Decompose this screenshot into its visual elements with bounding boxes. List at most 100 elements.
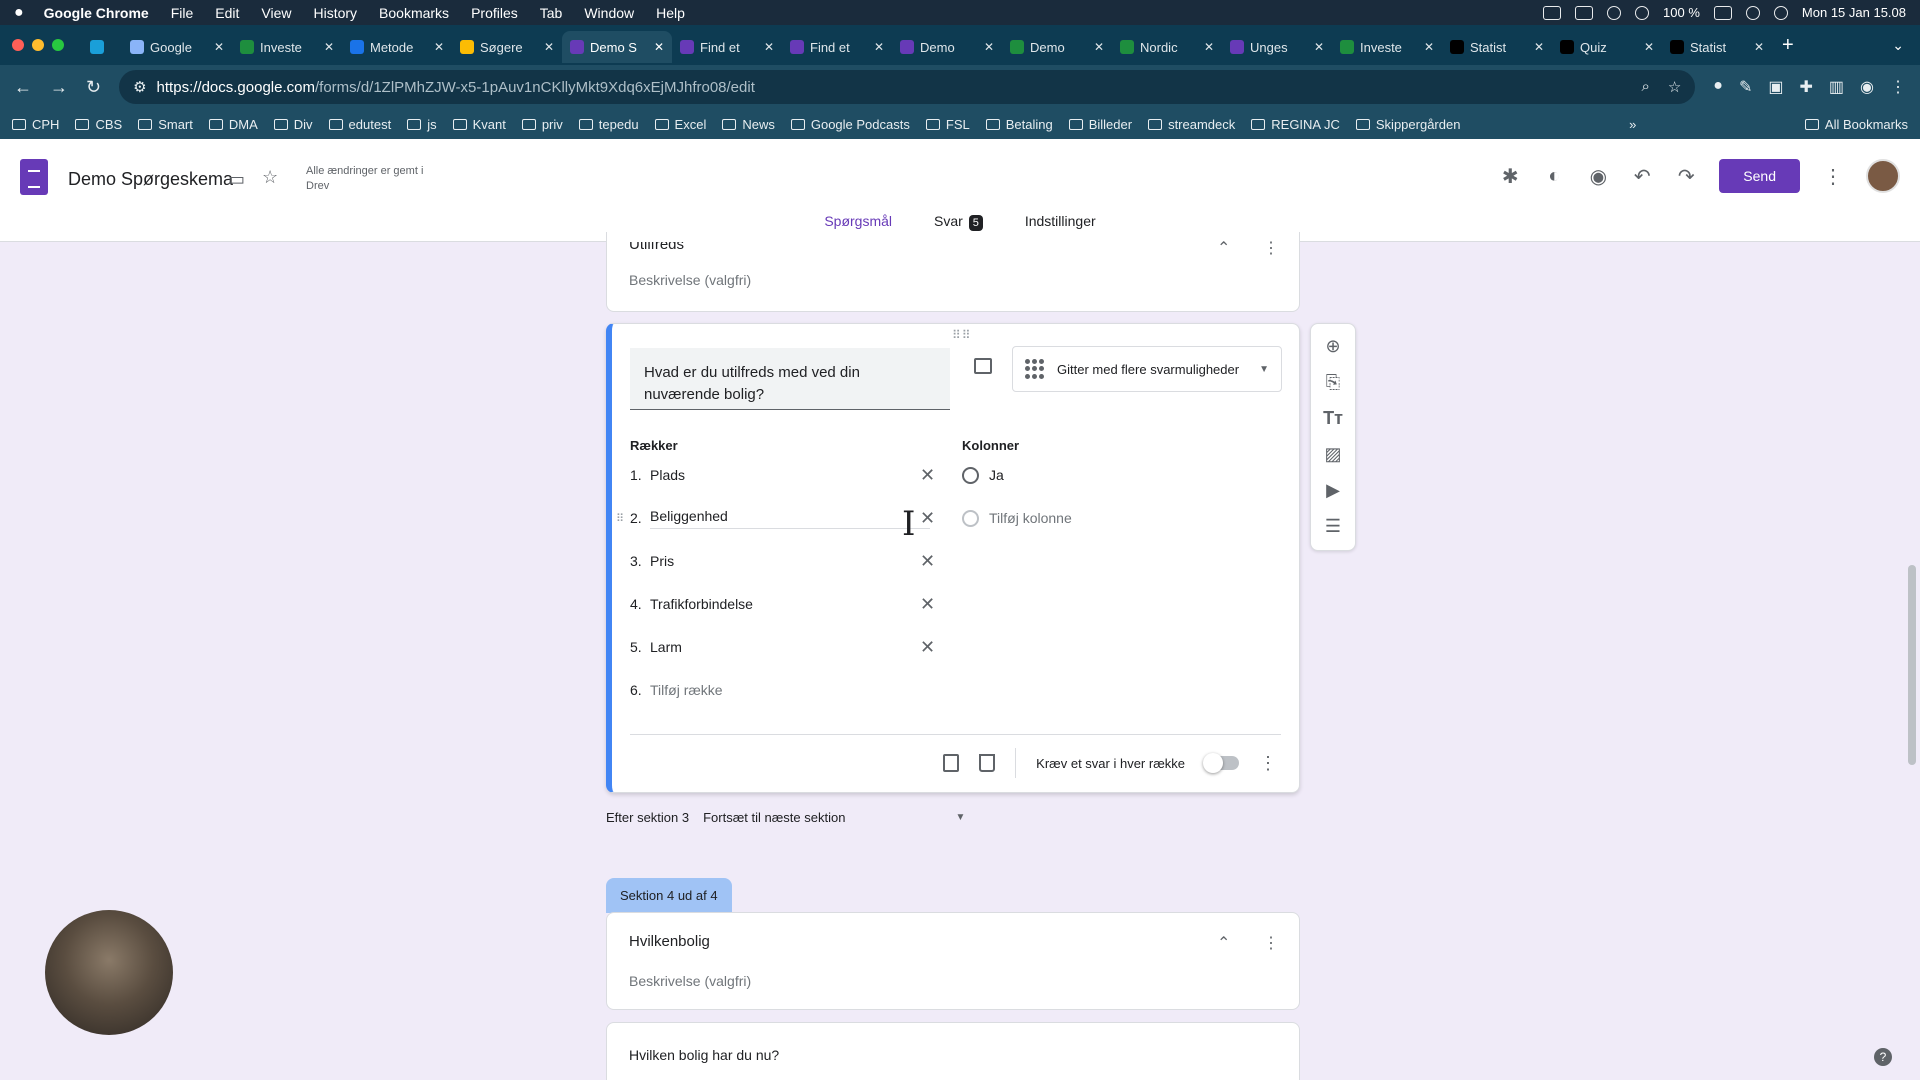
- remove-row-icon[interactable]: ✕: [920, 551, 935, 572]
- close-tab-icon[interactable]: ✕: [434, 40, 444, 54]
- volume-icon[interactable]: [1635, 5, 1650, 20]
- send-button[interactable]: Send: [1719, 159, 1800, 193]
- browser-tab[interactable]: Statist ✕: [1662, 31, 1772, 63]
- grid-column[interactable]: Ja: [962, 460, 1004, 490]
- scrollbar[interactable]: [1908, 565, 1916, 765]
- help-icon[interactable]: ?: [1874, 1048, 1892, 1066]
- import-questions-icon[interactable]: ⎘: [1322, 372, 1344, 392]
- extension-icon[interactable]: ▣: [1768, 77, 1783, 97]
- browser-tab[interactable]: Quiz ✕: [1552, 31, 1662, 63]
- preview-eye-icon[interactable]: ◉: [1587, 164, 1609, 189]
- all-bookmarks[interactable]: All Bookmarks: [1804, 117, 1908, 132]
- side-panel-icon[interactable]: ▥: [1829, 77, 1844, 97]
- bookmark-item[interactable]: Smart: [138, 117, 193, 132]
- browser-tab[interactable]: Statist ✕: [1442, 31, 1552, 63]
- remove-row-icon[interactable]: ✕: [920, 465, 935, 486]
- bookmark-item[interactable]: Div: [273, 117, 313, 132]
- grid-row[interactable]: 5. Larm ✕: [630, 632, 935, 662]
- section-title[interactable]: Utilfreds: [629, 242, 684, 253]
- delete-icon[interactable]: [979, 754, 996, 772]
- customize-theme-icon[interactable]: ◐: [1543, 165, 1565, 188]
- grid-row[interactable]: 3. Pris ✕: [630, 546, 935, 576]
- browser-tab[interactable]: Find et ✕: [782, 31, 892, 63]
- collapse-icon[interactable]: ⌃: [1217, 933, 1230, 953]
- extension-icon[interactable]: ●: [1713, 77, 1723, 97]
- browser-tab[interactable]: Unges ✕: [1222, 31, 1332, 63]
- section-title[interactable]: Hvilkenbolig: [629, 933, 710, 950]
- control-center-icon[interactable]: [1773, 5, 1788, 20]
- browser-tab[interactable]: Investe ✕: [232, 31, 342, 63]
- close-tab-icon[interactable]: ✕: [1094, 40, 1104, 54]
- row-label-input[interactable]: Beliggenhed: [650, 508, 930, 529]
- menu-edit[interactable]: Edit: [215, 5, 239, 21]
- menu-history[interactable]: History: [313, 5, 357, 21]
- menu-view[interactable]: View: [261, 5, 291, 21]
- bookmark-item[interactable]: Skippergården: [1355, 117, 1460, 132]
- browser-tab[interactable]: Metode ✕: [342, 31, 452, 63]
- grid-row[interactable]: ⠿ 2. Beliggenhed ✕: [616, 503, 935, 533]
- add-video-icon[interactable]: ▶: [1322, 480, 1344, 500]
- bookmark-item[interactable]: REGINA JC: [1251, 117, 1340, 132]
- forward-icon[interactable]: →: [50, 77, 68, 98]
- bookmark-item[interactable]: streamdeck: [1148, 117, 1235, 132]
- site-info-icon[interactable]: ⚙: [133, 78, 146, 96]
- row-label-input[interactable]: Plads: [650, 467, 930, 483]
- extensions-puzzle-icon[interactable]: ✚: [1800, 77, 1813, 97]
- menu-bookmarks[interactable]: Bookmarks: [379, 5, 449, 21]
- duplicate-icon[interactable]: [943, 754, 960, 772]
- close-tab-icon[interactable]: ✕: [324, 40, 334, 54]
- bookmark-star-icon[interactable]: ☆: [1668, 78, 1681, 96]
- grid-row[interactable]: 4. Trafikforbindelse ✕: [630, 589, 935, 619]
- add-title-icon[interactable]: Tт: [1322, 408, 1344, 428]
- add-column[interactable]: Tilføj kolonne: [962, 503, 1072, 533]
- browser-tab[interactable]: Google ✕: [122, 31, 232, 63]
- add-ons-icon[interactable]: ✱: [1499, 164, 1521, 189]
- menu-profiles[interactable]: Profiles: [471, 5, 518, 21]
- question-card[interactable]: Hvilken bolig har du nu?: [606, 1022, 1300, 1080]
- grid-row[interactable]: 1. Plads ✕: [630, 460, 935, 490]
- address-bar[interactable]: ⚙ https://docs.google.com/forms/d/1ZlPMh…: [119, 70, 1696, 104]
- tab-search-icon[interactable]: ⌄: [1892, 37, 1904, 54]
- bookmark-item[interactable]: Betaling: [985, 117, 1053, 132]
- require-toggle[interactable]: [1203, 753, 1239, 773]
- question-card[interactable]: ⠿⠿ Hvad er du utilfreds med ved din nuvæ…: [606, 323, 1300, 793]
- close-tab-icon[interactable]: ✕: [1204, 40, 1214, 54]
- screen-record-icon[interactable]: [1543, 5, 1562, 20]
- redo-icon[interactable]: ↷: [1675, 164, 1697, 189]
- form-title[interactable]: Demo Spørgeskema: [68, 169, 233, 190]
- close-tab-icon[interactable]: ✕: [764, 40, 774, 54]
- zoom-icon[interactable]: ⌕: [1641, 78, 1649, 96]
- more-bookmarks-icon[interactable]: »: [1629, 117, 1636, 132]
- add-row-input[interactable]: Tilføj række: [650, 682, 930, 698]
- new-tab-button[interactable]: +: [1782, 34, 1794, 57]
- bookmark-item[interactable]: News: [722, 117, 775, 132]
- close-tab-icon[interactable]: ✕: [1754, 40, 1764, 54]
- browser-tab[interactable]: Nordic ✕: [1112, 31, 1222, 63]
- menu-file[interactable]: File: [171, 5, 194, 21]
- forms-logo-icon[interactable]: [20, 159, 48, 195]
- browser-tab[interactable]: Investe ✕: [1332, 31, 1442, 63]
- drag-handle-icon[interactable]: ⠿⠿: [952, 328, 972, 342]
- browser-tab[interactable]: Find et ✕: [672, 31, 782, 63]
- question-title-input[interactable]: Hvad er du utilfreds med ved din nuværen…: [630, 348, 950, 410]
- menu-window[interactable]: Window: [584, 5, 634, 21]
- close-tab-icon[interactable]: ✕: [544, 40, 554, 54]
- clock[interactable]: Mon 15 Jan 15.08: [1802, 5, 1906, 20]
- extension-status-icon[interactable]: [1607, 5, 1622, 20]
- wifi-icon[interactable]: [1745, 5, 1760, 20]
- move-to-folder-icon[interactable]: ▭: [228, 169, 245, 190]
- chrome-menu-icon[interactable]: ⋮: [1890, 77, 1906, 97]
- question-title[interactable]: Hvilken bolig har du nu?: [629, 1047, 779, 1063]
- browser-tab[interactable]: Søgere ✕: [452, 31, 562, 63]
- menu-help[interactable]: Help: [656, 5, 685, 21]
- minimize-window-button[interactable]: [32, 39, 44, 51]
- remove-row-icon[interactable]: ✕: [920, 508, 935, 529]
- bookmark-item[interactable]: Google Podcasts: [790, 117, 910, 132]
- back-icon[interactable]: ←: [14, 77, 32, 98]
- question-more-icon[interactable]: ⋮: [1259, 753, 1277, 774]
- section-description[interactable]: Beskrivelse (valgfri): [629, 272, 751, 288]
- row-label-input[interactable]: Larm: [650, 639, 930, 655]
- question-type-select[interactable]: Gitter med flere svarmuligheder ▼: [1012, 346, 1282, 392]
- maximize-window-button[interactable]: [52, 39, 64, 51]
- menu-tab[interactable]: Tab: [540, 5, 563, 21]
